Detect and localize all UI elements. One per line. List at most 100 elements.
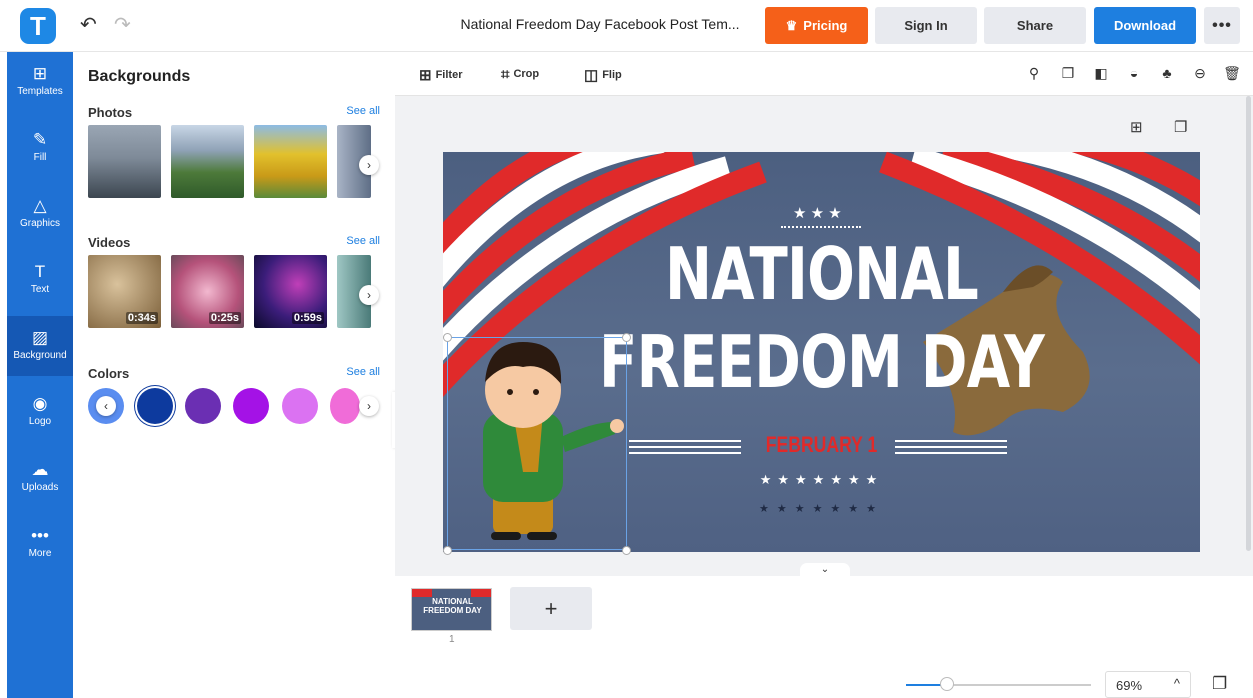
photos-next-button[interactable]: › bbox=[359, 155, 379, 175]
panel-title: Backgrounds bbox=[88, 68, 191, 85]
color-swatch[interactable] bbox=[282, 388, 318, 424]
sidebar-item-label: Background bbox=[13, 350, 67, 361]
sidebar-item-templates[interactable]: ⊞ Templates bbox=[7, 52, 73, 112]
dotted-divider bbox=[781, 226, 861, 228]
flip-button[interactable]: ◫ Flip bbox=[584, 66, 622, 84]
thumb-title: NATIONAL FREEDOM DAY bbox=[412, 597, 491, 615]
backgrounds-panel: Backgrounds Photos See all › Videos See … bbox=[73, 52, 395, 698]
chevron-right-icon: › bbox=[367, 288, 371, 302]
page-thumbnail[interactable]: NATIONAL FREEDOM DAY bbox=[411, 588, 492, 631]
paint-roller-icon[interactable]: ⚲ bbox=[1025, 65, 1043, 82]
document-title[interactable]: National Freedom Day Facebook Post Tem..… bbox=[440, 16, 760, 32]
resize-handle[interactable] bbox=[622, 546, 631, 555]
background-icon: ▨ bbox=[31, 328, 49, 347]
app-logo[interactable]: T bbox=[20, 8, 56, 44]
redo-icon[interactable]: ↷ bbox=[114, 12, 131, 37]
videos-next-button[interactable]: › bbox=[359, 285, 379, 305]
share-button[interactable]: Share bbox=[984, 7, 1086, 44]
align-icon[interactable]: ♣ bbox=[1158, 65, 1176, 81]
crop-icon: ⌗ bbox=[501, 66, 510, 83]
sidebar-item-label: Fill bbox=[33, 152, 47, 163]
undo-icon[interactable]: ↶ bbox=[80, 12, 97, 37]
resize-handle[interactable] bbox=[443, 333, 452, 342]
sidebar-item-label: Text bbox=[30, 284, 50, 295]
opacity-icon[interactable]: ◒ bbox=[1125, 65, 1143, 81]
copy-page-icon[interactable]: ❐ bbox=[1174, 118, 1187, 136]
crop-button[interactable]: ⌗ Crop bbox=[501, 66, 539, 83]
add-page-icon[interactable]: ⊞ bbox=[1130, 118, 1143, 136]
sign-in-button[interactable]: Sign In bbox=[875, 7, 977, 44]
vertical-scrollbar[interactable] bbox=[1246, 96, 1251, 551]
flip-icon: ◫ bbox=[584, 67, 599, 84]
colors-see-all-link[interactable]: See all bbox=[346, 366, 380, 378]
editor-app: T ↶ ↷ National Freedom Day Facebook Post… bbox=[0, 0, 1253, 698]
videos-see-all-link[interactable]: See all bbox=[346, 235, 380, 247]
crown-icon: ♛ bbox=[785, 18, 798, 33]
video-duration: 0:34s bbox=[125, 312, 158, 324]
pencil-icon: ✎ bbox=[32, 130, 48, 149]
add-page-button[interactable]: + bbox=[510, 587, 592, 630]
video-thumb-2[interactable]: 0:25s bbox=[171, 255, 244, 328]
color-swatch[interactable] bbox=[185, 388, 221, 424]
image-toolbar: ⊞ Filter ⌗ Crop ◫ Flip ⚲ ❐ ◧ ◒ ♣ ⊖ 🗑 bbox=[395, 52, 1253, 96]
link-icon[interactable]: ⊖ bbox=[1191, 65, 1209, 82]
download-button[interactable]: Download bbox=[1094, 7, 1196, 44]
pages-count-icon[interactable]: ❐ bbox=[1212, 674, 1227, 694]
video-duration: 0:59s bbox=[291, 312, 324, 324]
sidebar-item-label: Templates bbox=[17, 86, 63, 97]
sidebar-item-graphics[interactable]: △ Graphics bbox=[7, 184, 73, 244]
sidebar-item-logo[interactable]: ◉ Logo bbox=[7, 382, 73, 442]
chevron-down-icon: ⌄ bbox=[820, 564, 830, 575]
thumb-line2: FREEDOM DAY bbox=[423, 606, 482, 615]
zoom-slider-handle[interactable] bbox=[939, 677, 954, 691]
text-icon: T bbox=[34, 262, 46, 281]
photos-see-all-link[interactable]: See all bbox=[346, 105, 380, 117]
video-duration: 0:25s bbox=[208, 312, 241, 324]
resize-handle[interactable] bbox=[443, 546, 452, 555]
logo-icon: ◉ bbox=[32, 394, 48, 413]
thumb-line1: NATIONAL bbox=[432, 597, 473, 606]
color-swatch[interactable] bbox=[233, 388, 269, 424]
more-options-button[interactable]: ••• bbox=[1204, 7, 1240, 44]
color-swatch-selected[interactable] bbox=[137, 388, 173, 424]
headline-line1[interactable]: NATIONAL bbox=[526, 232, 1116, 316]
cloud-upload-icon: ☁ bbox=[31, 460, 49, 479]
layer-order-icon[interactable]: ◧ bbox=[1092, 65, 1110, 82]
duplicate-icon[interactable]: ❐ bbox=[1059, 65, 1077, 82]
trash-icon[interactable]: 🗑 bbox=[1223, 65, 1241, 82]
sidebar-item-fill[interactable]: ✎ Fill bbox=[7, 118, 73, 178]
colors-section-title: Colors bbox=[88, 366, 130, 381]
photo-thumb-van[interactable] bbox=[254, 125, 327, 198]
chevron-right-icon: › bbox=[367, 158, 371, 172]
video-thumb-1[interactable]: 0:34s bbox=[88, 255, 161, 328]
colors-prev-button[interactable]: ‹ bbox=[88, 388, 124, 424]
shapes-icon: △ bbox=[33, 196, 47, 215]
sidebar-item-text[interactable]: T Text bbox=[7, 250, 73, 310]
color-swatch[interactable] bbox=[330, 388, 360, 424]
sidebar-item-uploads[interactable]: ☁ Uploads bbox=[7, 448, 73, 508]
page-number: 1 bbox=[449, 634, 455, 645]
sidebar-item-background[interactable]: ▨ Background bbox=[7, 316, 73, 376]
video-thumb-3[interactable]: 0:59s bbox=[254, 255, 327, 328]
colors-next-button[interactable]: › bbox=[359, 396, 379, 416]
photos-section-title: Photos bbox=[88, 105, 133, 120]
photo-thumb-pier[interactable] bbox=[88, 125, 161, 198]
filter-button[interactable]: ⊞ Filter bbox=[419, 66, 462, 84]
sidebar-item-more[interactable]: ••• More bbox=[7, 514, 73, 574]
sidebar-item-label: Logo bbox=[28, 416, 52, 427]
left-sidebar: ⊞ Templates ✎ Fill △ Graphics T Text ▨ B… bbox=[7, 52, 73, 698]
more-dots-icon: ••• bbox=[31, 526, 49, 545]
videos-section-title: Videos bbox=[88, 235, 131, 250]
zoom-level-select[interactable]: 69% ^ bbox=[1105, 671, 1191, 698]
thumb-stripe bbox=[471, 589, 491, 597]
sidebar-item-label: Uploads bbox=[21, 482, 59, 493]
pricing-button[interactable]: ♛ Pricing bbox=[765, 7, 868, 44]
expand-pages-button[interactable]: ⌄ bbox=[800, 563, 850, 577]
selection-box[interactable] bbox=[447, 337, 627, 550]
chevron-right-icon: › bbox=[367, 399, 371, 413]
chevron-up-icon: ^ bbox=[1173, 676, 1180, 691]
resize-handle[interactable] bbox=[622, 333, 631, 342]
pricing-label: Pricing bbox=[803, 18, 848, 33]
photo-thumb-mountain[interactable] bbox=[171, 125, 244, 198]
filter-label: Filter bbox=[435, 69, 463, 81]
